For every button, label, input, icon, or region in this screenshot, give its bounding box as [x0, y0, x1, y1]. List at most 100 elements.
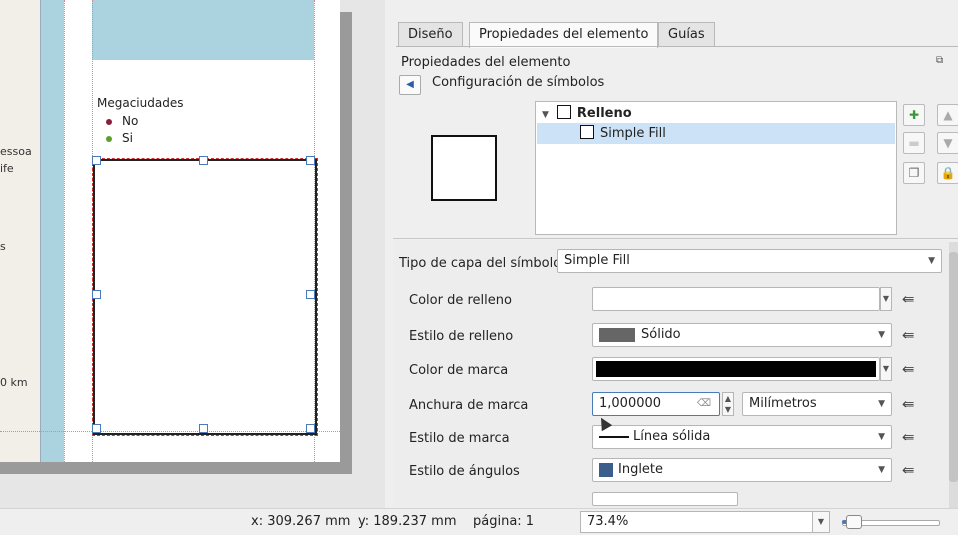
- page-shadow: [0, 462, 352, 474]
- fill-style-label: Estilo de relleno: [409, 329, 514, 344]
- resize-handle[interactable]: [199, 156, 208, 165]
- symbol-layer-tree[interactable]: ▼ Relleno Simple Fill: [535, 101, 897, 235]
- tab-diseno[interactable]: Diseño: [398, 22, 463, 47]
- tab-divider: [396, 46, 958, 47]
- stroke-style-label: Estilo de marca: [409, 431, 510, 446]
- map-item-top[interactable]: [92, 0, 314, 60]
- cursor-y-coordinate: y: 189.237 mm: [358, 514, 457, 529]
- tab-guias[interactable]: Guías: [658, 22, 715, 47]
- clear-icon[interactable]: ⌫: [697, 393, 711, 415]
- fill-symbol-icon: [556, 105, 571, 119]
- guide-line: [64, 0, 65, 462]
- stroke-color-swatch: [596, 361, 876, 377]
- stroke-color-button[interactable]: [592, 357, 880, 381]
- tree-item-label: Relleno: [576, 106, 632, 121]
- move-down-button[interactable]: ▼: [937, 132, 958, 154]
- select-value: Inglete: [618, 462, 664, 477]
- select-value: Milímetros: [749, 396, 817, 411]
- resize-handle[interactable]: [306, 424, 315, 433]
- fill-color-label: Color de relleno: [409, 293, 512, 308]
- data-defined-override-icon[interactable]: ⇚: [902, 462, 922, 478]
- cursor-x-coordinate: x: 309.267 mm: [251, 514, 351, 529]
- map-item-left[interactable]: [0, 0, 64, 462]
- chevron-down-icon: ▼: [878, 465, 885, 475]
- layer-type-label: Tipo de capa del símbolo: [399, 256, 562, 271]
- stroke-width-label: Anchura de marca: [409, 398, 529, 413]
- resize-handle[interactable]: [92, 156, 101, 165]
- remove-layer-button[interactable]: ▬: [903, 132, 925, 154]
- move-up-button[interactable]: ▲: [937, 104, 958, 126]
- select-value: Línea sólida: [633, 429, 711, 444]
- legend-item-label: No: [122, 114, 139, 128]
- point-symbol-icon: [106, 135, 112, 142]
- select-value: Simple Fill: [564, 253, 630, 268]
- section-divider: [393, 238, 958, 239]
- data-defined-override-icon[interactable]: ⇚: [902, 327, 922, 343]
- tab-propiedades-elemento[interactable]: Propiedades del elemento: [469, 22, 659, 48]
- stroke-unit-select[interactable]: Milímetros ▼: [742, 392, 892, 416]
- legend-title: Megaciudades: [97, 96, 184, 110]
- fill-color-dropdown[interactable]: ▼: [880, 287, 892, 311]
- join-style-select[interactable]: Inglete ▼: [592, 458, 892, 482]
- dock-title: Propiedades del elemento: [401, 55, 571, 70]
- legend-item-label: Si: [122, 131, 133, 145]
- resize-handle[interactable]: [92, 290, 101, 299]
- join-style-label: Estilo de ángulos: [409, 464, 520, 479]
- breadcrumb: Configuración de símbolos: [432, 75, 605, 90]
- layout-page: essoa ife s 0 km Megaciudades No Si: [0, 0, 340, 462]
- resize-handle[interactable]: [199, 424, 208, 433]
- chevron-down-icon: ▼: [878, 330, 885, 340]
- solid-line-swatch: [599, 435, 629, 438]
- page-indicator: página: 1: [473, 514, 535, 529]
- map-label: essoa: [0, 145, 32, 158]
- data-defined-override-icon[interactable]: ⇚: [902, 429, 922, 445]
- layer-type-select[interactable]: Simple Fill ▼: [557, 249, 942, 273]
- solid-fill-swatch: [599, 327, 635, 342]
- tree-item-simple-fill[interactable]: Simple Fill: [537, 123, 895, 144]
- layout-canvas[interactable]: essoa ife s 0 km Megaciudades No Si: [0, 0, 385, 508]
- legend-item: Si: [106, 131, 133, 145]
- scale-bar-label: 0 km: [0, 376, 28, 389]
- zoom-slider-handle[interactable]: [846, 515, 862, 529]
- data-defined-override-icon[interactable]: ⇚: [902, 361, 922, 377]
- fill-symbol-icon: [580, 125, 594, 139]
- lock-layer-button[interactable]: 🔒: [937, 162, 958, 184]
- resize-handle[interactable]: [306, 290, 315, 299]
- partially-visible-field[interactable]: [592, 492, 738, 506]
- data-defined-override-icon[interactable]: ⇚: [902, 396, 922, 412]
- select-value: Sólido: [641, 327, 681, 342]
- resize-handle[interactable]: [306, 156, 315, 165]
- duplicate-layer-button[interactable]: ❐: [903, 162, 925, 184]
- data-defined-override-icon[interactable]: ⇚: [902, 291, 922, 307]
- add-layer-button[interactable]: ✚: [903, 104, 925, 126]
- tree-item-label: Simple Fill: [600, 126, 666, 141]
- chevron-down-icon: ▼: [878, 399, 885, 409]
- input-value: 1,000000: [599, 396, 662, 411]
- map-label: s: [0, 240, 6, 253]
- resize-handle[interactable]: [92, 424, 101, 433]
- page-shadow: [340, 12, 352, 474]
- zoom-dropdown[interactable]: ▼: [812, 511, 830, 533]
- fill-color-button[interactable]: [592, 287, 880, 311]
- tree-item-relleno[interactable]: ▼ Relleno: [542, 103, 892, 124]
- point-symbol-icon: [106, 118, 112, 125]
- stroke-style-select[interactable]: Línea sólida ▼: [592, 425, 892, 449]
- collapse-arrow-icon[interactable]: ▼: [542, 110, 549, 120]
- selected-shape-item[interactable]: [92, 158, 318, 436]
- zoom-value: 73.4%: [587, 514, 629, 529]
- stroke-color-dropdown[interactable]: ▼: [880, 357, 892, 381]
- fill-style-select[interactable]: Sólido ▼: [592, 323, 892, 347]
- miter-join-icon: [599, 462, 613, 477]
- stroke-width-input[interactable]: 1,000000 ⌫: [592, 392, 720, 416]
- map-label: ife: [0, 162, 14, 175]
- legend-item: No: [106, 114, 138, 128]
- chevron-down-icon: ▼: [928, 256, 935, 266]
- symbol-preview: [431, 135, 497, 201]
- float-dock-icon[interactable]: ⧉: [936, 55, 943, 66]
- stroke-color-label: Color de marca: [409, 363, 509, 378]
- back-button[interactable]: ◀: [399, 75, 421, 95]
- chevron-down-icon: ▼: [878, 432, 885, 442]
- stroke-width-spinner[interactable]: ▲ ▼: [722, 392, 734, 416]
- zoom-combobox[interactable]: 73.4%: [580, 511, 830, 533]
- scrollbar-thumb[interactable]: [949, 252, 958, 482]
